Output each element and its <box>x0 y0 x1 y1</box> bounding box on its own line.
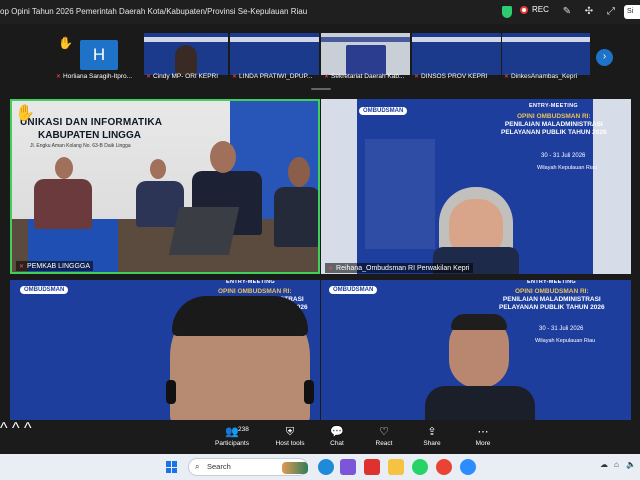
apps-icon[interactable]: ✣ <box>582 5 596 19</box>
window-title: op Opini Tahun 2026 Pemerintah Daerah Ko… <box>0 7 308 16</box>
mic-muted-icon: ✕ <box>324 74 330 80</box>
heart-icon: ♡ <box>379 426 389 438</box>
host-tools-button[interactable]: ⛨ Host tools <box>272 420 308 454</box>
whatsapp-icon[interactable] <box>412 459 428 475</box>
participant-name: ✕ Sekretariat Daerah Kab... <box>324 73 405 80</box>
participant-thumbnail[interactable] <box>502 33 590 75</box>
participant-name: ✕ DINSOS PROV KEPRI <box>414 73 488 80</box>
copilot-icon[interactable] <box>340 459 356 475</box>
participant-name: ✕ Horliana Saragih-Itpro... <box>56 73 133 80</box>
next-page-button[interactable]: › <box>596 49 613 66</box>
mic-muted-icon: ✕ <box>19 263 25 270</box>
wps-icon[interactable] <box>364 459 380 475</box>
os-taskbar: ⌕ Search ☁ ⌂ 🔈 <box>0 454 640 480</box>
ombudsman-logo: OMBUDSMAN <box>20 286 69 294</box>
mic-muted-icon: ✕ <box>146 74 152 80</box>
mic-muted-icon: ✕ <box>56 74 62 80</box>
participant-thumbnail[interactable] <box>230 33 319 75</box>
meeting-toolbar: 👥 Participants 238 ^ ⛨ Host tools 💬 Chat ^ … <box>0 420 640 454</box>
encryption-shield-icon[interactable] <box>502 6 512 18</box>
network-icon[interactable]: ⌂ <box>614 460 619 469</box>
shield-icon: ⛨ <box>285 426 295 438</box>
participants-count: 238 <box>238 426 249 433</box>
slide-entry-title: ENTRY-MEETING <box>529 103 578 109</box>
slide-region: Wilayah Kepulauan Riau <box>537 165 598 171</box>
volume-icon[interactable]: 🔈 <box>626 460 636 469</box>
search-icon: ⌕ <box>195 462 200 471</box>
slide-date: 30 - 31 Juli 2026 <box>539 326 584 332</box>
room-sign-line1: UNIKASI DAN INFORMATIKA <box>20 117 163 128</box>
participant-label: ✕ Reihana_Ombudsman RI Perwakilan Kepri <box>325 263 473 273</box>
rec-label: REC <box>532 5 549 14</box>
room-sign-line2: KABUPATEN LINGGA <box>38 130 141 141</box>
file-explorer-icon[interactable] <box>388 459 404 475</box>
share-button[interactable]: ⇪ Share <box>418 420 446 454</box>
react-button[interactable]: ♡ React <box>370 420 398 454</box>
slide-heading: OPINI OMBUDSMAN RI:PENILAIAN MALADMINIST… <box>501 113 607 136</box>
video-tile-active-speaker[interactable]: UNIKASI DAN INFORMATIKA KABUPATEN LINGGA… <box>10 99 320 274</box>
edge-icon[interactable] <box>318 459 334 475</box>
raised-hand-icon: ✋ <box>58 36 73 50</box>
participant-name: ✕ DinkesAnambas_Kepri <box>504 73 578 80</box>
cloud-icon[interactable]: ☁ <box>600 460 608 469</box>
participant-label: ✕ PEMKAB LINGGGA <box>16 261 94 271</box>
strip-resize-handle[interactable] <box>311 88 331 90</box>
participant-name: ✕ Cindy MP- ORI KEPRI <box>146 73 219 80</box>
share-icon: ⇪ <box>427 426 437 438</box>
participant-avatar[interactable]: H <box>80 40 118 70</box>
recording-indicator[interactable]: REC <box>520 5 549 14</box>
video-tile[interactable]: OMBUDSMAN ENTRY-MEETING OPINI OMBUDSMAN … <box>321 280 631 420</box>
more-icon: ⋯ <box>477 426 489 438</box>
slide-region: Wilayah Kepulauan Riau <box>535 338 596 344</box>
slide-entry-title: ENTRY-MEETING <box>226 280 275 285</box>
annotate-icon[interactable]: ✎ <box>560 5 574 19</box>
slide-date: 30 - 31 Juli 2026 <box>541 153 586 159</box>
participant-thumbnail[interactable] <box>144 33 228 75</box>
chat-button[interactable]: 💬 Chat <box>324 420 350 454</box>
slide-heading: OPINI OMBUDSMAN RI:PENILAIAN MALADMINIST… <box>499 288 605 311</box>
chevron-up-icon[interactable]: ^ <box>12 420 20 437</box>
zoom-icon[interactable] <box>460 459 476 475</box>
chrome-icon[interactable] <box>436 459 452 475</box>
mic-muted-icon: ✕ <box>328 265 334 272</box>
participant-thumbnail[interactable] <box>412 33 501 75</box>
sign-out-button[interactable]: Si <box>624 5 640 19</box>
more-button[interactable]: ⋯ More <box>470 420 496 454</box>
video-tile[interactable]: OMBUDSMAN ENTRY-MEETING OPINI OMBUDSMAN … <box>10 280 320 420</box>
fullscreen-icon[interactable]: ⤢ <box>604 5 618 19</box>
window-titlebar: op Opini Tahun 2026 Pemerintah Daerah Ko… <box>0 0 640 24</box>
chat-icon: 💬 <box>330 426 344 438</box>
participant-name: ✕ LINDA PRATIWI_DPUP... <box>232 73 313 80</box>
raised-hand-icon: ✋ <box>15 105 35 122</box>
chevron-up-icon[interactable]: ^ <box>24 420 32 437</box>
participant-thumbnail[interactable] <box>321 33 410 75</box>
mic-muted-icon: ✕ <box>232 74 238 80</box>
mic-muted-icon: ✕ <box>414 74 420 80</box>
windows-start-icon[interactable] <box>166 461 178 473</box>
mic-muted-icon: ✕ <box>504 74 510 80</box>
chevron-up-icon[interactable]: ^ <box>0 420 8 437</box>
record-icon <box>520 5 528 14</box>
slide-entry-title: ENTRY-MEETING <box>527 280 576 285</box>
video-tile[interactable]: OMBUDSMAN ENTRY-MEETING OPINI OMBUDSMAN … <box>321 99 631 274</box>
ombudsman-logo: OMBUDSMAN <box>329 286 378 294</box>
room-sign-line3: Jl. Engku Aman Kolang No. 63-B Daik Ling… <box>30 143 131 149</box>
search-highlight-image <box>282 462 308 474</box>
ombudsman-logo: OMBUDSMAN <box>359 107 408 115</box>
